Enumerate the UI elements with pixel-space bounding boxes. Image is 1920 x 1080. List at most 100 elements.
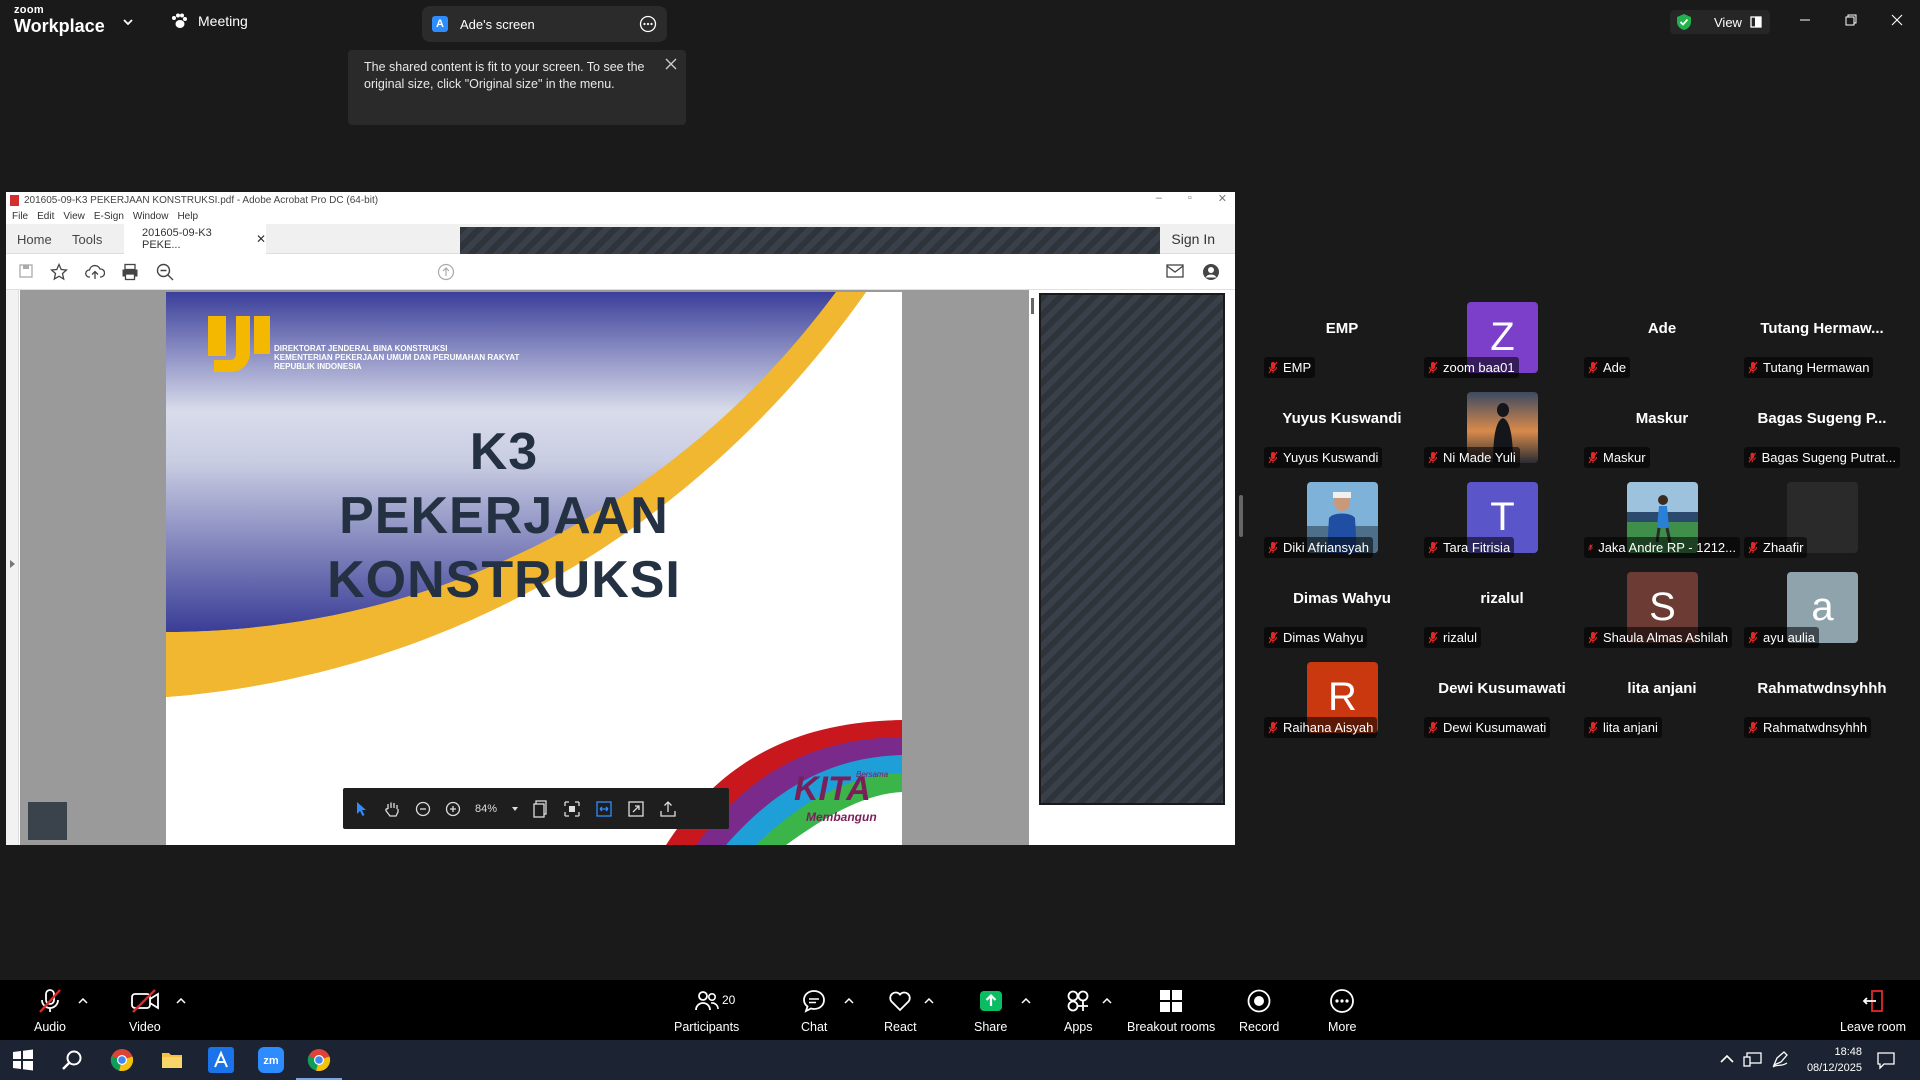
apps-options-caret-icon[interactable] (1102, 998, 1112, 1004)
menu-help[interactable]: Help (177, 211, 198, 222)
participant-tile[interactable]: Z zoom baa01 (1422, 300, 1582, 390)
tab-tools[interactable]: Tools (72, 224, 102, 254)
video-button[interactable]: Video (129, 988, 161, 1034)
participant-tile[interactable]: S Shaula Almas Ashilah (1582, 570, 1742, 660)
hand-tool-icon[interactable] (383, 800, 401, 818)
pdf-icon (10, 195, 19, 206)
network-icon[interactable] (1743, 1050, 1763, 1068)
apps-button[interactable]: Apps (1064, 988, 1093, 1034)
participant-tile[interactable]: Zhaafir (1742, 480, 1902, 570)
tab-document[interactable]: 201605-09-K3 PEKE... ✕ (124, 224, 266, 254)
audio-options-caret-icon[interactable] (78, 998, 88, 1004)
menu-esign[interactable]: E-Sign (94, 211, 124, 222)
screen-options-icon[interactable] (639, 15, 657, 33)
navigation-pane-toggle[interactable] (6, 290, 19, 845)
participant-tile[interactable]: Bagas Sugeng P... Bagas Sugeng Putrat... (1742, 390, 1902, 480)
zoom-app-icon[interactable]: zm (258, 1047, 284, 1073)
cloud-upload-icon[interactable] (85, 263, 105, 281)
muted-mic-icon (1748, 721, 1758, 734)
participant-tile[interactable]: Ade Ade (1582, 300, 1742, 390)
page-layout-icon[interactable] (533, 799, 549, 818)
workplace-menu-chevron-icon[interactable] (122, 17, 134, 27)
chrome-running-icon[interactable] (307, 1048, 331, 1072)
participant-label: Ni Made Yuli (1424, 447, 1520, 468)
acrobat-minimize-icon[interactable]: – (1156, 192, 1162, 205)
minimize-icon[interactable] (1782, 0, 1828, 40)
zoom-out-search-icon[interactable] (156, 263, 174, 281)
file-explorer-icon[interactable] (160, 1048, 184, 1072)
chat-options-caret-icon[interactable] (844, 998, 854, 1004)
notification-icon[interactable] (1876, 1050, 1896, 1070)
leave-room-button[interactable]: Leave room (1840, 988, 1906, 1034)
chat-button[interactable]: Chat (801, 988, 827, 1034)
participant-tile[interactable]: EMP EMP (1262, 300, 1422, 390)
participant-tile[interactable]: T Tara Fitrisia (1422, 480, 1582, 570)
tray-overflow-icon[interactable] (1718, 1050, 1736, 1068)
app-store-icon[interactable] (208, 1047, 234, 1073)
tab-home[interactable]: Home (17, 224, 52, 254)
video-options-caret-icon[interactable] (176, 998, 186, 1004)
menu-window[interactable]: Window (133, 211, 169, 222)
share-button[interactable]: Share (974, 988, 1007, 1034)
record-button[interactable]: Record (1239, 988, 1279, 1034)
participant-tile[interactable]: Jaka Andre RP - 1212... (1582, 480, 1742, 570)
share-gallery-splitter[interactable] (1239, 495, 1243, 537)
chrome-icon[interactable] (110, 1048, 134, 1072)
scroll-up-icon[interactable] (437, 263, 455, 281)
zoom-in-icon[interactable] (445, 801, 461, 817)
zoom-out-icon[interactable] (415, 801, 431, 817)
save-icon[interactable] (18, 263, 34, 279)
view-options[interactable]: View (1670, 10, 1770, 34)
acrobat-close-icon[interactable]: ✕ (1218, 192, 1227, 205)
participant-tile[interactable]: Rahmatwdnsyhhh Rahmatwdnsyhhh (1742, 660, 1902, 750)
tooltip-close-icon[interactable] (665, 58, 677, 70)
zoom-dropdown-icon[interactable] (511, 806, 519, 812)
participant-tile[interactable]: Ni Made Yuli (1422, 390, 1582, 480)
bookmark-star-icon[interactable] (50, 263, 68, 281)
full-screen-icon[interactable] (627, 800, 645, 818)
participant-tile[interactable]: Tutang Hermaw... Tutang Hermawan (1742, 300, 1902, 390)
export-icon[interactable] (659, 800, 677, 818)
breakout-rooms-button[interactable]: Breakout rooms (1127, 988, 1215, 1034)
menu-file[interactable]: File (12, 211, 28, 222)
mail-icon[interactable] (1166, 263, 1184, 279)
participant-tile[interactable]: rizalul rizalul (1422, 570, 1582, 660)
menu-view[interactable]: View (63, 211, 85, 222)
participant-tile[interactable]: R Raihana Aisyah (1262, 660, 1422, 750)
sign-in-button[interactable]: Sign In (1171, 224, 1215, 254)
page-thumbnail[interactable] (28, 802, 67, 840)
participant-tile[interactable]: lita anjani lita anjani (1582, 660, 1742, 750)
select-cursor-icon[interactable] (355, 801, 369, 817)
audio-button[interactable]: Audio (34, 988, 66, 1034)
chat-bubble-icon (803, 990, 826, 1013)
account-icon[interactable] (1202, 263, 1220, 281)
search-icon[interactable] (60, 1048, 84, 1072)
print-icon[interactable] (121, 263, 139, 281)
shared-screen-label: Ade's screen (460, 16, 535, 32)
more-button[interactable]: More (1328, 988, 1356, 1034)
participant-tile[interactable]: Diki Afriansyah (1262, 480, 1422, 570)
muted-mic-icon (1428, 541, 1438, 554)
restore-icon[interactable] (1828, 0, 1874, 40)
zoom-level[interactable]: 84% (475, 803, 497, 815)
windows-start-icon[interactable] (11, 1048, 35, 1072)
fit-page-icon[interactable] (563, 800, 581, 818)
share-options-caret-icon[interactable] (1021, 998, 1031, 1004)
participant-tile[interactable]: Dimas Wahyu Dimas Wahyu (1262, 570, 1422, 660)
meeting-menu[interactable]: Meeting (170, 13, 248, 29)
fit-width-icon[interactable] (595, 800, 613, 818)
system-clock[interactable]: 18:48 08/12/2025 (1807, 1044, 1862, 1076)
tab-close-icon[interactable]: ✕ (256, 232, 266, 246)
react-button[interactable]: React (884, 988, 917, 1034)
close-window-icon[interactable] (1874, 0, 1920, 40)
react-options-caret-icon[interactable] (924, 998, 934, 1004)
shared-screen-tab[interactable]: A Ade's screen (422, 6, 667, 42)
participant-display-name: Ade (1647, 320, 1677, 337)
participant-tile[interactable]: Maskur Maskur (1582, 390, 1742, 480)
menu-edit[interactable]: Edit (37, 211, 54, 222)
participant-tile[interactable]: a ayu aulia (1742, 570, 1902, 660)
acrobat-restore-icon[interactable]: ▫ (1188, 192, 1192, 205)
participant-tile[interactable]: Dewi Kusumawati Dewi Kusumawati (1422, 660, 1582, 750)
pen-icon[interactable] (1771, 1050, 1791, 1068)
participant-tile[interactable]: Yuyus Kuswandi Yuyus Kuswandi (1262, 390, 1422, 480)
